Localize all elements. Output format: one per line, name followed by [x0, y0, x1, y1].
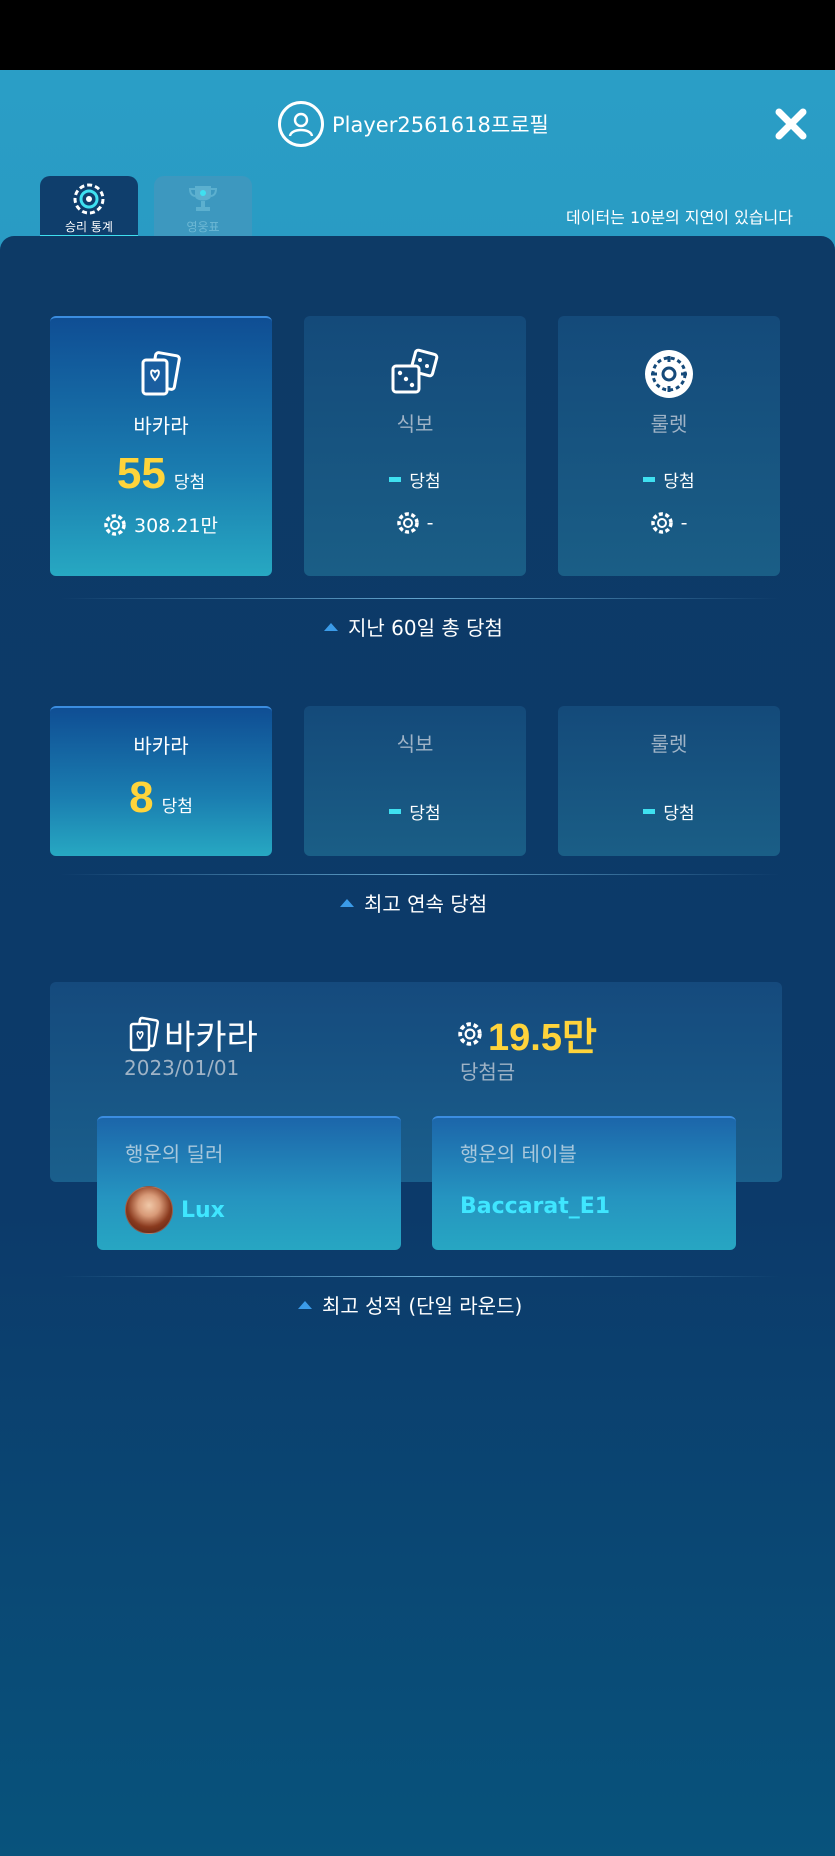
lucky-table-card[interactable]: 행운의 테이블 Baccarat_E1 — [432, 1116, 736, 1250]
chip-icon — [458, 1021, 482, 1046]
triangle-icon — [340, 898, 354, 907]
section-label-text: 최고 성적 (단일 라운드) — [322, 1294, 523, 1318]
dealer-avatar — [125, 1186, 173, 1234]
lucky-table-name: Baccarat_E1 — [460, 1194, 611, 1219]
best-round-amount-value: 19.5만 — [488, 1017, 597, 1059]
best-round-game: 바카라 — [126, 1010, 258, 1059]
wins-empty-dash — [643, 809, 656, 814]
lucky-table-title: 행운의 테이블 — [460, 1142, 577, 1166]
streak-card-game-name: 식보 — [396, 732, 434, 756]
streak-card-wins-count: 8 — [129, 773, 154, 822]
close-button[interactable] — [771, 104, 811, 144]
total-card-game-name: 룰렛 — [650, 412, 688, 436]
dice-icon — [391, 348, 439, 394]
streak-card-wins-label: 당첨 — [161, 797, 193, 817]
profile-title-text: Player2561618프로필 — [332, 113, 549, 137]
streak-card-game-name: 바카라 — [133, 734, 189, 758]
wins-empty-dash — [389, 477, 402, 482]
triangle-icon — [298, 1300, 312, 1309]
lucky-dealer: Lux — [125, 1186, 225, 1234]
section-label-text: 지난 60일 총 당첨 — [348, 616, 503, 640]
tab-hero-board-label: 영웅표 — [186, 220, 220, 234]
streak-card-sicbo[interactable]: 식보 당첨 — [304, 706, 526, 856]
divider — [60, 598, 780, 599]
trophy-icon — [188, 186, 218, 211]
profile-header: Player2561618프로필 — [0, 70, 835, 180]
total-card-wins-count: 55 — [116, 449, 166, 498]
chip-icon — [73, 183, 105, 215]
user-icon — [278, 101, 324, 147]
tab-win-stats-label: 승리 통계 — [65, 220, 113, 234]
section-label-best-round: 최고 성적 (단일 라운드) — [298, 1290, 522, 1319]
streak-card-wins-label: 당첨 — [663, 804, 695, 824]
streak-card-wins-label: 당첨 — [409, 804, 441, 824]
streak-card-game-name: 룰렛 — [650, 732, 688, 756]
close-icon[interactable] — [771, 104, 811, 144]
divider — [60, 874, 780, 875]
total-card-amount: 308.21만 — [134, 515, 218, 537]
streak-card-baccarat[interactable]: 바카라 8 당첨 — [50, 706, 272, 856]
roulette-icon — [645, 350, 693, 398]
total-card-amount: - — [426, 512, 434, 534]
total-card-wins-label: 당첨 — [409, 472, 441, 492]
section-label-text: 최고 연속 당첨 — [364, 892, 488, 916]
total-card-wins-label: 당첨 — [173, 473, 206, 493]
cards-icon — [129, 1016, 160, 1051]
lucky-dealer-title: 행운의 딜러 — [125, 1142, 224, 1166]
total-card-sicbo[interactable]: 식보 당첨 - — [304, 316, 526, 576]
total-card-roulette[interactable]: 룰렛 당첨 - — [558, 316, 780, 576]
streak-card-roulette[interactable]: 룰렛 당첨 — [558, 706, 780, 856]
best-round-game-name: 바카라 — [164, 1018, 258, 1058]
tab-hero-board[interactable]: 영웅표 — [154, 176, 252, 238]
lucky-dealer-card[interactable]: 행운의 딜러 Lux — [97, 1116, 401, 1250]
chip-icon — [650, 512, 673, 534]
triangle-icon — [324, 622, 338, 631]
divider — [60, 1276, 780, 1277]
total-card-game-name: 식보 — [396, 412, 434, 436]
tab-bar: 승리 통계 영웅표 — [40, 176, 268, 238]
total-card-baccarat[interactable]: 바카라 55 당첨 308.21만 — [50, 316, 272, 576]
total-card-wins-label: 당첨 — [663, 472, 695, 492]
chip-icon — [104, 513, 126, 536]
section-label-streak: 최고 연속 당첨 — [340, 888, 487, 917]
profile-title: Player2561618프로필 — [278, 100, 549, 148]
profile-screen: Player2561618프로필 승리 통계 영웅표 데이터는 10분의 지연이… — [0, 70, 835, 1856]
tab-win-stats[interactable]: 승리 통계 — [40, 176, 138, 238]
status-bar — [0, 0, 835, 70]
wins-empty-dash — [643, 477, 656, 482]
cards-icon — [141, 351, 181, 396]
total-card-game-name: 바카라 — [133, 414, 189, 438]
data-delay-note: 데이터는 10분의 지연이 있습니다 — [566, 208, 793, 227]
chip-icon — [396, 512, 419, 534]
best-round-amount: 19.5만 — [458, 1006, 597, 1061]
stats-panel: 바카라 55 당첨 308.21만 식보 당첨 - 룰렛 당첨 - 지난 60일… — [0, 236, 835, 1856]
lucky-table: Baccarat_E1 — [460, 1194, 610, 1219]
wins-empty-dash — [389, 809, 402, 814]
best-round-date: 2023/01/01 — [124, 1056, 240, 1080]
best-round-amount-label: 당첨금 — [460, 1060, 516, 1084]
section-label-total-wins: 지난 60일 총 당첨 — [324, 612, 503, 641]
total-card-amount: - — [680, 512, 688, 534]
lucky-dealer-name: Lux — [181, 1197, 225, 1223]
